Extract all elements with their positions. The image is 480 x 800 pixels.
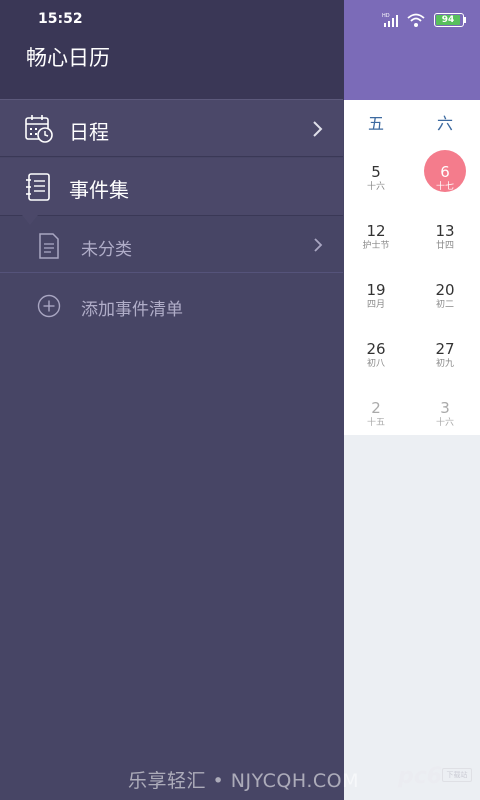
event-set-label: 未分类 — [81, 240, 132, 260]
status-time: 15:52 — [38, 11, 83, 27]
notebook-icon — [26, 173, 50, 201]
drawer-item-label: 日程 — [69, 120, 109, 144]
calendar-day[interactable]: 13 廿四 — [415, 222, 475, 252]
battery-icon: 94 — [434, 13, 464, 27]
pc6-logo-sub: 下载站 — [442, 768, 472, 782]
chevron-right-icon — [314, 238, 323, 252]
calendar-day[interactable]: 19 四月 — [346, 281, 406, 311]
calendar-day[interactable]: 2 十五 — [346, 399, 406, 429]
add-event-list-button[interactable]: 添加事件清单 — [0, 274, 343, 334]
drawer-item-label: 事件集 — [69, 178, 129, 202]
drawer-item-event-sets[interactable]: 事件集 — [0, 158, 343, 216]
pc6-logo: pc6 — [398, 764, 443, 789]
calendar-day[interactable]: 5 十六 — [346, 163, 406, 193]
calendar-day[interactable]: 27 初九 — [415, 340, 475, 370]
app-title: 畅心日历 — [26, 46, 110, 70]
network-type-label: HD — [382, 13, 390, 19]
weekday-sat: 六 — [436, 114, 453, 133]
chevron-right-icon — [313, 121, 323, 137]
event-set-uncategorized[interactable]: 未分类 — [0, 216, 343, 273]
calendar-day-selected[interactable]: 6 十七 — [415, 163, 475, 193]
calendar-clock-icon — [25, 115, 53, 143]
calendar-day[interactable]: 26 初八 — [346, 340, 406, 370]
weekday-fri: 五 — [367, 114, 384, 133]
plus-circle-icon — [37, 294, 61, 318]
navigation-drawer: 畅心日历 日程 事件集 未分类 添加事件清单 — [0, 0, 344, 800]
battery-level: 94 — [436, 15, 460, 25]
battery-tip — [464, 17, 466, 23]
drawer-item-schedule[interactable]: 日程 — [0, 99, 343, 157]
watermark-text: 乐享轻汇 • NJYCQH.COM — [128, 770, 359, 792]
status-bar: 15:52 HD 94 — [0, 0, 480, 40]
add-event-list-label: 添加事件清单 — [81, 300, 183, 320]
calendar-day[interactable]: 3 十六 — [415, 399, 475, 429]
signal-icon: HD — [382, 13, 398, 27]
wifi-icon — [407, 13, 425, 27]
calendar-day[interactable]: 12 护士节 — [346, 222, 406, 252]
calendar-day[interactable]: 20 初二 — [415, 281, 475, 311]
document-icon — [39, 233, 59, 259]
